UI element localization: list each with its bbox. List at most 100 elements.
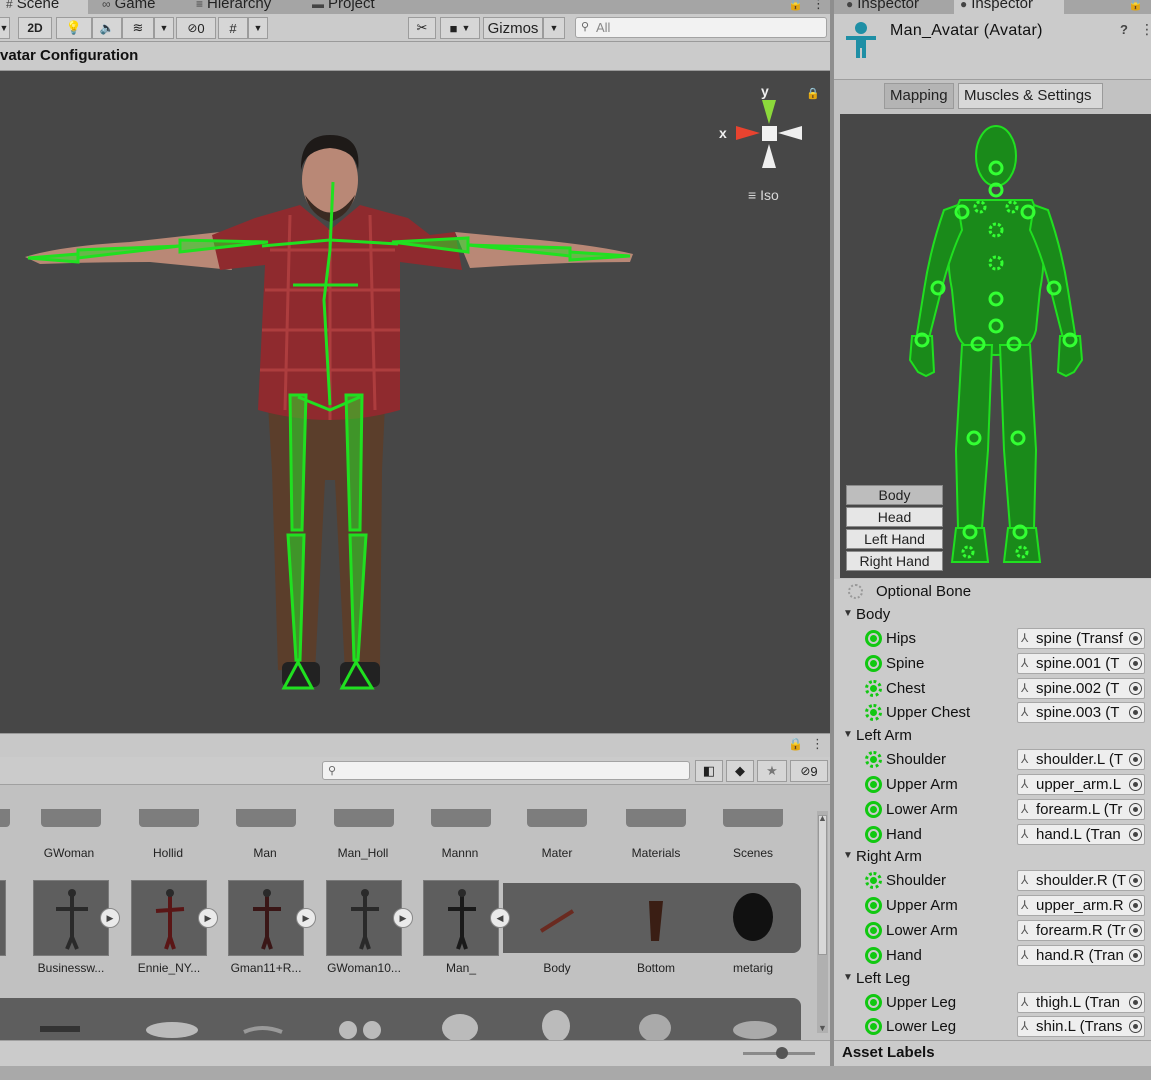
- object-picker-icon[interactable]: [1129, 681, 1142, 695]
- asset-labels-header[interactable]: Asset Labels: [834, 1040, 1151, 1066]
- view-left-hand-button[interactable]: Left Hand: [846, 529, 943, 549]
- grid-dropdown[interactable]: ▼: [248, 17, 268, 39]
- bone-status-icon[interactable]: [865, 897, 882, 915]
- bone-transform-field[interactable]: ⅄ forearm.L (Tr: [1017, 798, 1145, 820]
- folder-icon[interactable]: [41, 809, 101, 827]
- bone-group-header[interactable]: ▼ Right Arm: [834, 847, 1151, 868]
- folder-icon[interactable]: [723, 809, 783, 827]
- object-picker-icon[interactable]: [1129, 778, 1142, 791]
- view-head-button[interactable]: Head: [846, 507, 943, 527]
- muscles-settings-tab[interactable]: Muscles & Settings: [958, 83, 1103, 109]
- effects-toggle[interactable]: ≋: [122, 17, 154, 39]
- tab-scene[interactable]: # Scene: [0, 0, 88, 14]
- thumbnail-size-slider-handle[interactable]: [776, 1047, 788, 1059]
- object-picker-icon[interactable]: [1129, 874, 1142, 888]
- bone-status-icon[interactable]: [865, 946, 882, 964]
- bone-group-header[interactable]: ▼ Left Leg: [834, 969, 1151, 990]
- bone-transform-field[interactable]: ⅄ hand.L (Tran: [1017, 823, 1145, 845]
- asset-thumbnail[interactable]: [423, 880, 499, 956]
- favorites-button[interactable]: ★: [757, 760, 787, 782]
- more-menu-icon[interactable]: ⋮: [812, 0, 825, 12]
- asset-thumbnail[interactable]: [0, 880, 6, 956]
- object-picker-icon[interactable]: [1129, 706, 1142, 720]
- project-more-icon[interactable]: ⋮: [811, 736, 824, 752]
- bone-transform-field[interactable]: ⅄ spine.002 (T: [1017, 677, 1145, 699]
- bone-status-icon[interactable]: [865, 679, 882, 697]
- project-lock-icon[interactable]: 🔒: [788, 737, 803, 751]
- expand-asset-icon[interactable]: ▶: [296, 908, 316, 928]
- object-picker-icon[interactable]: [1129, 802, 1142, 816]
- bone-status-icon[interactable]: [865, 993, 882, 1011]
- inspector-more-icon[interactable]: ⋮: [1140, 21, 1151, 38]
- expand-triangle-icon[interactable]: ▼: [843, 729, 853, 740]
- object-picker-icon[interactable]: [1129, 1020, 1142, 1034]
- bone-transform-field[interactable]: ⅄ spine.001 (T: [1017, 652, 1145, 674]
- mapping-tab[interactable]: Mapping: [884, 83, 954, 109]
- bone-status-icon[interactable]: [865, 1018, 882, 1036]
- mode-2d-toggle[interactable]: 2D: [18, 17, 52, 39]
- bone-transform-field[interactable]: ⅄ spine.003 (T: [1017, 702, 1145, 724]
- object-picker-icon[interactable]: [1129, 656, 1142, 670]
- expand-triangle-icon[interactable]: ▼: [843, 850, 853, 861]
- expand-triangle-icon[interactable]: ▼: [843, 608, 853, 619]
- expand-asset-icon[interactable]: ▶: [100, 908, 120, 928]
- expand-asset-icon[interactable]: ▶: [393, 908, 413, 928]
- object-picker-icon[interactable]: [1129, 995, 1142, 1009]
- object-picker-icon[interactable]: [1129, 753, 1142, 767]
- tools-toggle[interactable]: ✂: [408, 17, 436, 39]
- folder-icon[interactable]: [334, 809, 394, 827]
- filter-by-label-button[interactable]: ◆: [726, 760, 754, 782]
- tab-game[interactable]: ∞ Game: [96, 0, 186, 14]
- gizmo-lock-icon[interactable]: 🔒: [806, 87, 820, 100]
- project-search-input[interactable]: ⚲: [322, 761, 690, 780]
- tab-inspector-1[interactable]: ● Inspector: [840, 0, 950, 14]
- filter-by-type-button[interactable]: ◧: [695, 760, 723, 782]
- bone-transform-field[interactable]: ⅄ thigh.L (Tran: [1017, 991, 1145, 1013]
- bone-transform-field[interactable]: ⅄ spine (Transf: [1017, 628, 1145, 649]
- bone-transform-field[interactable]: ⅄ shoulder.R (T: [1017, 870, 1145, 892]
- bone-status-icon[interactable]: [865, 776, 882, 793]
- expand-asset-icon[interactable]: ▶: [198, 908, 218, 928]
- scene-search-input[interactable]: ⚲ All: [575, 17, 827, 38]
- bone-status-icon[interactable]: [865, 800, 882, 818]
- scroll-down-icon[interactable]: ▼: [818, 1023, 827, 1033]
- scroll-up-icon[interactable]: ▲: [818, 813, 827, 823]
- bone-status-icon[interactable]: [865, 630, 882, 647]
- hidden-packages-toggle[interactable]: ⊘ 9: [790, 760, 828, 782]
- folder-icon[interactable]: [139, 809, 199, 827]
- bone-transform-field[interactable]: ⅄ hand.R (Tran: [1017, 944, 1145, 966]
- bone-status-icon[interactable]: [865, 704, 882, 722]
- bone-transform-field[interactable]: ⅄ upper_arm.R: [1017, 895, 1145, 917]
- camera-dropdown[interactable]: ■ ▼: [440, 17, 480, 39]
- effects-dropdown[interactable]: ▼: [154, 17, 174, 39]
- grid-toggle[interactable]: #: [218, 17, 248, 39]
- projection-toggle[interactable]: ≡ Iso: [748, 187, 779, 203]
- bone-status-icon[interactable]: [865, 872, 882, 890]
- asset-thumbnail[interactable]: [131, 880, 207, 956]
- folder-icon[interactable]: [527, 809, 587, 827]
- bone-transform-field[interactable]: ⅄ upper_arm.L: [1017, 774, 1145, 795]
- bone-group-header[interactable]: ▼ Left Arm: [834, 726, 1151, 747]
- bone-status-icon[interactable]: [865, 825, 882, 843]
- lighting-toggle[interactable]: 💡: [56, 17, 92, 39]
- bone-group-header[interactable]: ▼ Body: [834, 605, 1151, 626]
- bone-status-icon[interactable]: [865, 922, 882, 939]
- project-scrollbar-thumb[interactable]: [818, 815, 827, 955]
- asset-thumbnail[interactable]: [228, 880, 304, 956]
- object-picker-icon[interactable]: [1129, 899, 1142, 913]
- folder-icon[interactable]: [236, 809, 296, 827]
- expand-triangle-icon[interactable]: ▼: [843, 972, 853, 983]
- help-icon[interactable]: ?: [1120, 22, 1128, 37]
- tab-project[interactable]: ▬ Project: [306, 0, 406, 14]
- object-picker-icon[interactable]: [1129, 827, 1142, 841]
- bone-status-icon[interactable]: [865, 751, 882, 769]
- collapse-asset-icon[interactable]: ◀: [490, 908, 510, 928]
- lock-icon[interactable]: 🔒: [788, 0, 803, 11]
- tab-hierarchy[interactable]: ≡ Hierarchy: [190, 0, 300, 14]
- folder-icon[interactable]: [0, 809, 10, 827]
- inspector-lock-icon[interactable]: 🔒: [1128, 0, 1143, 11]
- bone-status-icon[interactable]: [865, 654, 882, 672]
- object-picker-icon[interactable]: [1129, 924, 1142, 937]
- folder-icon[interactable]: [431, 809, 491, 827]
- scene-visibility-toggle[interactable]: ⊘ 0: [176, 17, 216, 39]
